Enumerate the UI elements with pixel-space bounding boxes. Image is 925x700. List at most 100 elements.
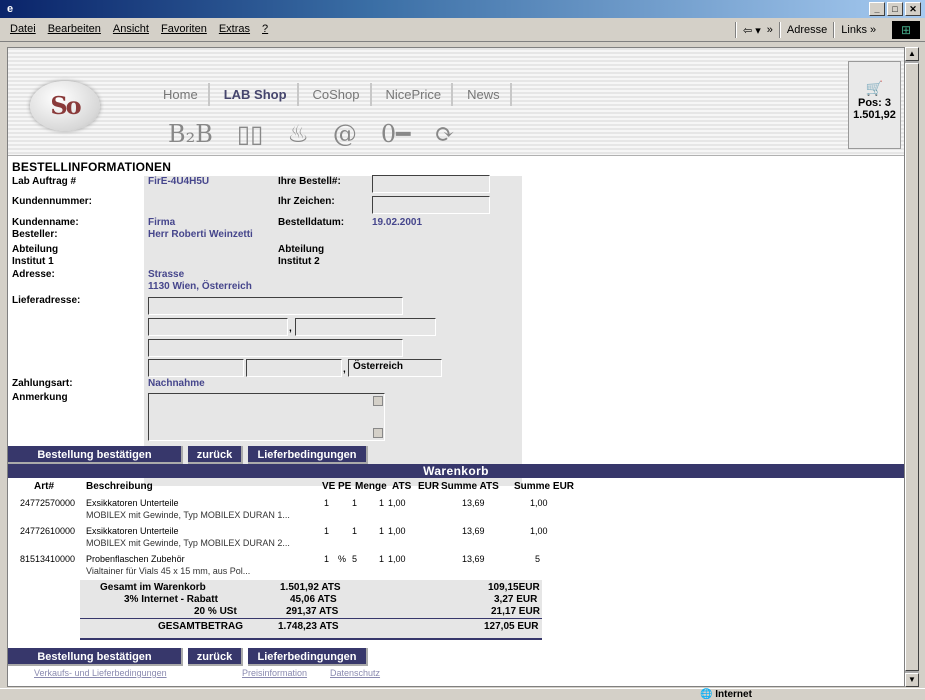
- cell-art[interactable]: 24772570000: [20, 498, 75, 508]
- total-label: Gesamt im Warenkorb: [100, 582, 206, 593]
- lieferadresse-plz-input[interactable]: [148, 359, 244, 377]
- browser-icon: e: [6, 3, 14, 15]
- menu-bearbeiten[interactable]: Bearbeiten: [48, 23, 101, 35]
- col-header-summe-ats: Summe ATS: [441, 481, 499, 492]
- label-abteilung-2: Abteilung: [278, 244, 325, 255]
- cart-position-count: Pos: 3: [857, 97, 891, 109]
- menu-favoriten[interactable]: Favoriten: [161, 23, 207, 35]
- menu-extras[interactable]: Extras: [219, 23, 250, 35]
- b2b-icon[interactable]: B₂B: [168, 120, 213, 148]
- discount-label: 3% Internet - Rabatt: [124, 594, 218, 605]
- cell-ve: 1: [324, 498, 330, 508]
- lieferadresse-line2a-input[interactable]: [148, 318, 288, 336]
- cell-art[interactable]: 81513410000: [20, 554, 75, 564]
- scroll-down-arrow-icon[interactable]: ▼: [905, 673, 919, 687]
- scroll-up-arrow-icon[interactable]: ▲: [905, 47, 919, 61]
- scroll-up-icon[interactable]: [373, 396, 383, 406]
- tab-niceprice[interactable]: NicePrice: [376, 83, 454, 106]
- cell-desc2: MOBILEX mit Gewinde, Typ MOBILEX DURAN 1…: [86, 510, 290, 520]
- totals-divider: [80, 618, 542, 619]
- links-toolbar-button[interactable]: Links »: [841, 24, 876, 36]
- cell-desc2: MOBILEX mit Gewinde, Typ MOBILEX DURAN 2…: [86, 538, 290, 548]
- value-strasse: Strasse: [148, 269, 185, 280]
- lieferadresse-land-input[interactable]: Österreich: [348, 359, 442, 377]
- cell-sum-ats: 13,69: [462, 526, 485, 536]
- cell-desc2: Vialtainer für Vials 45 x 15 mm, aus Pol…: [86, 566, 251, 576]
- status-bar: 🌐 Internet: [0, 688, 925, 700]
- anmerkung-textarea[interactable]: [148, 393, 385, 441]
- security-zone: 🌐 Internet: [700, 689, 752, 700]
- back-button[interactable]: zurück: [188, 446, 243, 464]
- vertical-scrollbar[interactable]: ▲ ▼: [905, 47, 919, 687]
- cell-sum-ats: 13,69: [462, 554, 485, 564]
- lieferadresse-line1-input[interactable]: [148, 297, 403, 315]
- at-icon[interactable]: @: [333, 120, 357, 148]
- cell-sum-ats: 13,69: [462, 498, 485, 508]
- refresh-icon[interactable]: ⟳: [435, 120, 455, 148]
- key-icon[interactable]: 0━: [381, 120, 411, 148]
- ihre-bestell-input[interactable]: [372, 175, 490, 193]
- cell-pe: 1: [352, 498, 358, 508]
- cell-menge: 1: [379, 526, 385, 536]
- discount-eur: 3,27 EUR: [494, 594, 538, 605]
- site-header: So Home LAB Shop CoShop NicePrice News B…: [8, 48, 904, 156]
- confirm-order-button[interactable]: Bestellung bestätigen: [8, 446, 183, 464]
- tab-home[interactable]: Home: [153, 83, 210, 106]
- cart-amount: 1.501,92: [853, 109, 896, 121]
- col-header-pe: PE: [338, 481, 352, 492]
- label-zahlungsart: Zahlungsart:: [12, 378, 73, 389]
- toolbar-separator: [778, 22, 781, 38]
- minimize-button[interactable]: _: [869, 2, 885, 16]
- cell-art[interactable]: 24772610000: [20, 526, 75, 536]
- ihr-zeichen-input[interactable]: [372, 196, 490, 214]
- tab-lab-shop[interactable]: LAB Shop: [214, 83, 299, 106]
- page-viewport: So Home LAB Shop CoShop NicePrice News B…: [7, 47, 905, 687]
- lieferadresse-ort-input[interactable]: [246, 359, 342, 377]
- total-eur: 109,15EUR: [488, 582, 540, 593]
- terms-button[interactable]: Lieferbedingungen: [248, 446, 368, 464]
- label-anmerkung: Anmerkung: [12, 392, 68, 403]
- col-header-ve: VE: [322, 481, 336, 492]
- confirm-order-button[interactable]: Bestellung bestätigen: [8, 648, 183, 666]
- footer-link-prices[interactable]: Preisinformation: [242, 668, 307, 678]
- scroll-down-icon[interactable]: [373, 428, 383, 438]
- cell-eur: 1,00: [388, 554, 406, 564]
- cell-sum-eur: 5: [535, 554, 541, 564]
- terms-button[interactable]: Lieferbedingungen: [248, 648, 368, 666]
- back-button[interactable]: ⇦ ▾: [743, 24, 761, 37]
- menu-bar: Datei Bearbeiten Ansicht Favoriten Extra…: [0, 18, 925, 42]
- lieferadresse-line2b-input[interactable]: [295, 318, 436, 336]
- logo-text: So: [50, 91, 81, 120]
- cart-summary[interactable]: 🛒 Pos: 3 1.501,92: [848, 61, 901, 149]
- label-bestelldatum: Bestelldatum:: [278, 217, 345, 228]
- lieferadresse-line3-input[interactable]: [148, 339, 403, 357]
- stamp-icon[interactable]: ♨: [287, 120, 309, 148]
- total-ats: 1.501,92 ATS: [280, 582, 341, 593]
- back-button[interactable]: zurück: [188, 648, 243, 666]
- grand-total-label: GESAMTBETRAG: [158, 621, 243, 632]
- footer-link-privacy[interactable]: Datenschutz: [330, 668, 380, 678]
- cell-pe: %: [338, 554, 347, 564]
- more-toolbar-button[interactable]: »: [767, 24, 773, 36]
- menu-datei[interactable]: Datei: [10, 23, 36, 35]
- menu-ansicht[interactable]: Ansicht: [113, 23, 149, 35]
- scrollbar-thumb[interactable]: [905, 63, 919, 671]
- maximize-button[interactable]: □: [887, 2, 903, 16]
- tab-coshop[interactable]: CoShop: [303, 83, 372, 106]
- site-icon-bar: B₂B ▯▯ ♨ @ 0━ ⟳: [168, 120, 455, 148]
- tab-news[interactable]: News: [457, 83, 512, 106]
- menu-help[interactable]: ?: [262, 23, 268, 35]
- close-button[interactable]: ✕: [905, 2, 921, 16]
- address-bar-label[interactable]: Adresse: [787, 24, 827, 36]
- security-zone-label: Internet: [715, 689, 752, 700]
- value-ort: 1130 Wien, Österreich: [148, 281, 252, 292]
- site-nav: Home LAB Shop CoShop NicePrice News: [153, 83, 512, 106]
- order-info-title: BESTELLINFORMATIONEN: [12, 160, 172, 174]
- value-bestelldatum: 19.02.2001: [372, 217, 423, 228]
- comma-separator: ,: [343, 364, 346, 375]
- book-icon[interactable]: ▯▯: [237, 120, 263, 148]
- label-lab-auftrag: Lab Auftrag #: [12, 176, 77, 187]
- label-institut-1: Institut 1: [12, 256, 54, 267]
- site-logo[interactable]: So: [30, 81, 100, 131]
- footer-link-terms[interactable]: Verkaufs- und Lieferbedingungen: [34, 668, 167, 678]
